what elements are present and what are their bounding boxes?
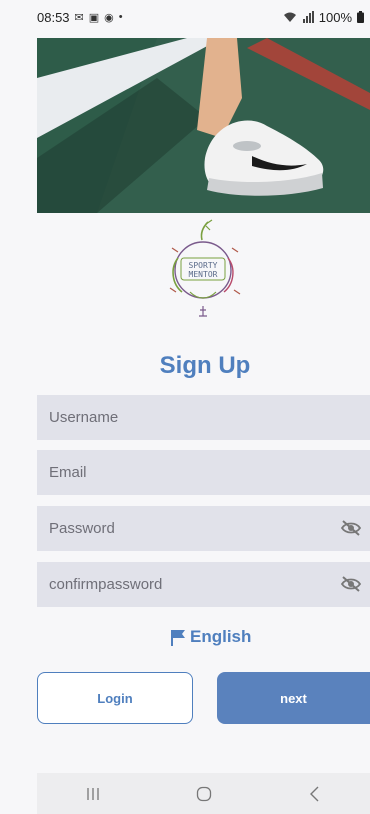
recent-apps-button[interactable] [73,779,113,809]
battery-icon [357,11,364,23]
mail-icon: ✉ [74,11,84,24]
language-selector[interactable]: English [170,627,251,647]
eye-off-icon[interactable] [340,575,362,593]
photo-icon: ▣ [88,11,100,24]
system-nav-bar [37,773,370,814]
hero-image [37,38,370,213]
confirm-password-input[interactable] [37,562,370,607]
battery-level: 100% [318,9,352,25]
flag-icon [171,629,185,646]
logo-emblem: SPORTY MENTOR [169,219,241,317]
password-field [37,506,370,551]
page-title: Sign Up [159,352,251,379]
wifi-icon [283,12,296,22]
password-input[interactable] [37,506,370,551]
back-icon [309,786,318,801]
dot-icon: • [118,11,123,23]
recent-apps-icon [86,787,99,800]
svg-text:MENTOR: MENTOR [189,270,218,279]
language-label: English [190,627,252,646]
eye-off-icon[interactable] [340,519,362,537]
back-button[interactable] [295,779,335,809]
email-input[interactable] [37,450,370,495]
username-input[interactable] [37,395,370,440]
status-left: 08:53 ✉ ▣ ◉ • [37,10,123,25]
signal-icon [302,11,314,23]
sporty-mentor-logo: SPORTY MENTOR [150,218,260,326]
status-time: 08:53 [37,9,70,25]
status-right: 100% [283,10,364,25]
home-icon [196,786,211,801]
court-illustration [37,38,370,213]
home-button[interactable] [184,779,224,809]
status-bar: 08:53 ✉ ▣ ◉ • 100% [0,0,370,34]
login-button[interactable]: Login [37,672,193,724]
confirm-password-field [37,562,370,607]
svg-text:SPORTY: SPORTY [189,261,218,270]
sync-icon: ◉ [104,11,114,24]
next-button[interactable]: next [217,672,370,724]
